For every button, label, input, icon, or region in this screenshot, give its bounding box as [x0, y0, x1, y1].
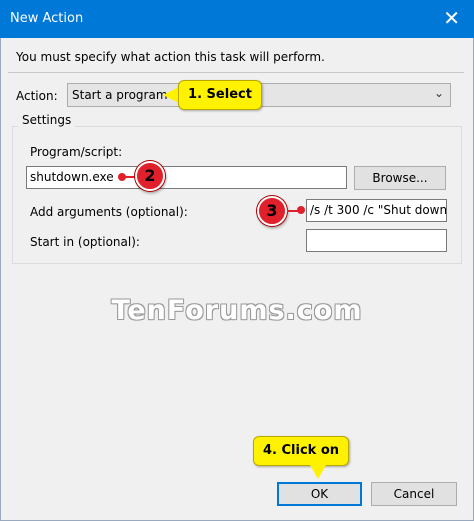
- action-selected-value: Start a program: [72, 88, 168, 102]
- callout-click-on: 4. Click on: [253, 436, 349, 466]
- add-arguments-input[interactable]: /s /t 300 /c "Shut down i: [306, 199, 447, 222]
- watermark: TenForums.com: [111, 295, 363, 326]
- title-bar[interactable]: New Action ✕: [0, 0, 474, 38]
- add-arguments-label: Add arguments (optional):: [30, 205, 188, 219]
- step-2-badge: 2: [135, 161, 165, 191]
- cancel-button[interactable]: Cancel: [371, 482, 457, 506]
- pointer3-dot: [297, 206, 305, 214]
- program-script-label: Program/script:: [30, 145, 123, 159]
- start-in-label: Start in (optional):: [30, 235, 140, 249]
- callout4-tail: [310, 465, 326, 479]
- ok-button[interactable]: OK: [277, 482, 362, 506]
- program-script-input[interactable]: shutdown.exe: [26, 166, 347, 189]
- pointer2-line: [122, 176, 136, 178]
- callout1-tail: [163, 87, 179, 103]
- window-title: New Action: [10, 11, 84, 26]
- browse-button[interactable]: Browse...: [354, 166, 446, 190]
- separator: [8, 72, 464, 73]
- start-in-input[interactable]: [306, 229, 447, 252]
- callout-select: 1. Select: [178, 80, 262, 110]
- close-icon[interactable]: ✕: [443, 6, 460, 30]
- chevron-down-icon[interactable]: ⌄: [434, 86, 444, 100]
- dialog-body: [0, 38, 474, 521]
- instruction-text: You must specify what action this task w…: [16, 50, 325, 64]
- step-3-badge: 3: [257, 196, 287, 226]
- settings-title: Settings: [18, 113, 76, 127]
- action-label: Action:: [16, 89, 58, 103]
